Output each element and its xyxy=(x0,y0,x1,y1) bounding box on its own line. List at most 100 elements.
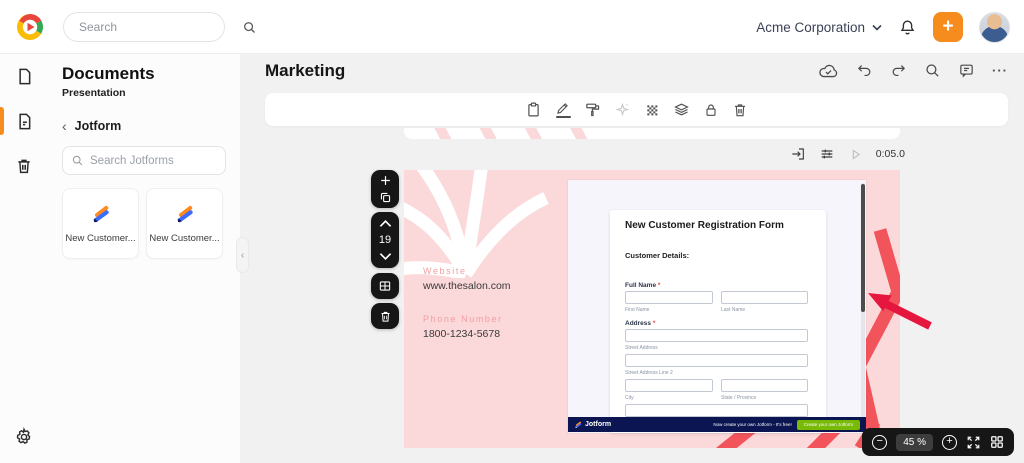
grid-overview-button[interactable] xyxy=(990,435,1004,449)
chevron-down-icon xyxy=(872,24,882,31)
search-icon[interactable] xyxy=(242,20,269,35)
website-value: www.thesalon.com xyxy=(423,280,511,292)
jotform-logo-icon xyxy=(177,205,193,222)
editor-main: Marketing ··· 0:05.0 Website www.thesalo… xyxy=(240,54,1024,463)
required-mark: * xyxy=(657,282,661,289)
zoom-out-button[interactable]: − xyxy=(872,434,888,450)
panel-title: Documents xyxy=(62,64,155,83)
preview-scrollbar[interactable] xyxy=(861,183,865,429)
rail-item-presentations[interactable] xyxy=(0,105,48,137)
lock-button[interactable] xyxy=(703,102,719,118)
back-label: Jotform xyxy=(74,119,122,133)
jotform-search xyxy=(62,146,226,175)
user-avatar[interactable] xyxy=(979,11,1010,43)
paint-roller-icon xyxy=(586,103,600,117)
stripe-decoration xyxy=(422,128,592,139)
redo-button[interactable] xyxy=(890,62,907,79)
zoom-level: 45 % xyxy=(896,433,933,451)
sub-street: Street Address xyxy=(625,345,658,351)
zoom-controls: − 45 % + xyxy=(862,428,1014,456)
add-slide-button[interactable] xyxy=(379,174,392,187)
present-button[interactable] xyxy=(790,146,806,162)
transparency-button[interactable] xyxy=(644,102,660,118)
jotform-card-label: New Customer... xyxy=(149,232,220,244)
comment-icon xyxy=(960,64,973,78)
slide-controls: 0:05.0 xyxy=(790,146,905,162)
sub-first-name: First Name xyxy=(625,307,650,313)
comments-button[interactable] xyxy=(958,62,975,79)
contact-text-block[interactable]: Website www.thesalon.com Phone Number 18… xyxy=(423,266,511,340)
plus-icon xyxy=(380,176,390,185)
clipboard-icon xyxy=(528,102,539,117)
search-icon xyxy=(71,154,84,167)
jotform-embed-preview[interactable]: New Customer Registration Form Customer … xyxy=(568,180,866,433)
jotform-card[interactable]: New Customer... xyxy=(62,188,139,259)
panel-collapse-handle[interactable]: ‹ xyxy=(236,237,249,273)
document-lines-icon xyxy=(18,113,30,129)
rail-item-trash[interactable] xyxy=(0,150,48,182)
delete-button[interactable] xyxy=(732,102,748,118)
duplicate-slide-button[interactable] xyxy=(379,191,392,204)
jotform-footer-bar: Jotform Now create your own Jotform - It… xyxy=(568,417,866,432)
org-switcher[interactable]: Acme Corporation xyxy=(756,20,882,35)
layers-button[interactable] xyxy=(673,101,690,118)
rail-item-blank-documents[interactable] xyxy=(0,60,48,92)
delete-slide-button[interactable] xyxy=(379,310,392,323)
top-bar: Acme Corporation + xyxy=(0,0,1024,54)
draw-button[interactable] xyxy=(555,101,571,118)
previous-slide-button[interactable] xyxy=(379,219,392,228)
back-to-jotform[interactable]: ‹ Jotform xyxy=(62,119,226,133)
create-jotform-button[interactable]: Create your own Jotform xyxy=(796,419,860,430)
nav-rail xyxy=(0,54,48,463)
slide-settings-button[interactable] xyxy=(819,146,835,162)
jotform-brand-name: Jotform xyxy=(585,421,612,428)
play-button[interactable] xyxy=(848,147,863,162)
full-name-label: Full Name * xyxy=(625,282,661,289)
zoom-in-button[interactable]: + xyxy=(942,434,957,450)
phone-value: 1800-1234-5678 xyxy=(423,328,501,340)
cloud-saved-button[interactable] xyxy=(818,62,839,79)
slide-pager: 19 xyxy=(371,212,399,268)
slide-add-toolbar xyxy=(371,170,399,208)
preview-scrollbar-thumb[interactable] xyxy=(861,184,865,312)
undo-button[interactable] xyxy=(856,62,873,79)
slide-canvas[interactable]: Website www.thesalon.com Phone Number 18… xyxy=(404,170,900,448)
phone-label: Phone Number xyxy=(423,314,503,324)
form-input-last-name xyxy=(721,291,808,304)
panel-subtitle: Presentation xyxy=(62,87,126,99)
app-root: Acme Corporation + Documents Presentatio… xyxy=(0,0,1024,463)
create-new-button[interactable]: + xyxy=(933,12,963,42)
current-slide-number: 19 xyxy=(378,233,392,246)
next-slide-button[interactable] xyxy=(379,252,392,261)
app-logo-icon[interactable] xyxy=(16,13,44,41)
jotform-brand: Jotform xyxy=(574,421,611,429)
apps-grid-icon xyxy=(991,436,1003,448)
sub-last-name: Last Name xyxy=(721,307,746,313)
gear-icon xyxy=(16,427,31,445)
paint-roller-button[interactable] xyxy=(584,101,601,118)
paste-button[interactable] xyxy=(525,101,542,118)
settings-button[interactable] xyxy=(0,421,48,453)
fit-screen-button[interactable] xyxy=(966,435,981,450)
sub-city: City xyxy=(625,395,634,401)
enter-presentation-icon xyxy=(792,148,804,160)
find-button[interactable] xyxy=(924,62,941,79)
jotform-search-input[interactable] xyxy=(90,154,217,167)
sparkle-icon xyxy=(615,102,630,117)
duplicate-icon xyxy=(380,192,390,203)
effects-button[interactable] xyxy=(614,101,631,118)
page-title: Marketing xyxy=(265,61,346,80)
more-options-button[interactable]: ··· xyxy=(992,63,1008,78)
layers-icon xyxy=(674,103,689,116)
global-search-input[interactable] xyxy=(64,20,242,34)
jotform-card-list: New Customer... New Customer... xyxy=(62,188,226,259)
topbar-right: Acme Corporation + xyxy=(756,0,1010,54)
slide-grid-tool xyxy=(371,273,399,299)
sliders-icon xyxy=(821,149,833,159)
jotform-card[interactable]: New Customer... xyxy=(146,188,223,259)
previous-slide-edge[interactable] xyxy=(404,128,900,139)
notifications-button[interactable] xyxy=(898,18,917,37)
grid-view-button[interactable] xyxy=(378,279,392,293)
footer-tagline: Now create your own Jotform - It's free! xyxy=(713,422,792,427)
play-icon xyxy=(852,148,860,160)
